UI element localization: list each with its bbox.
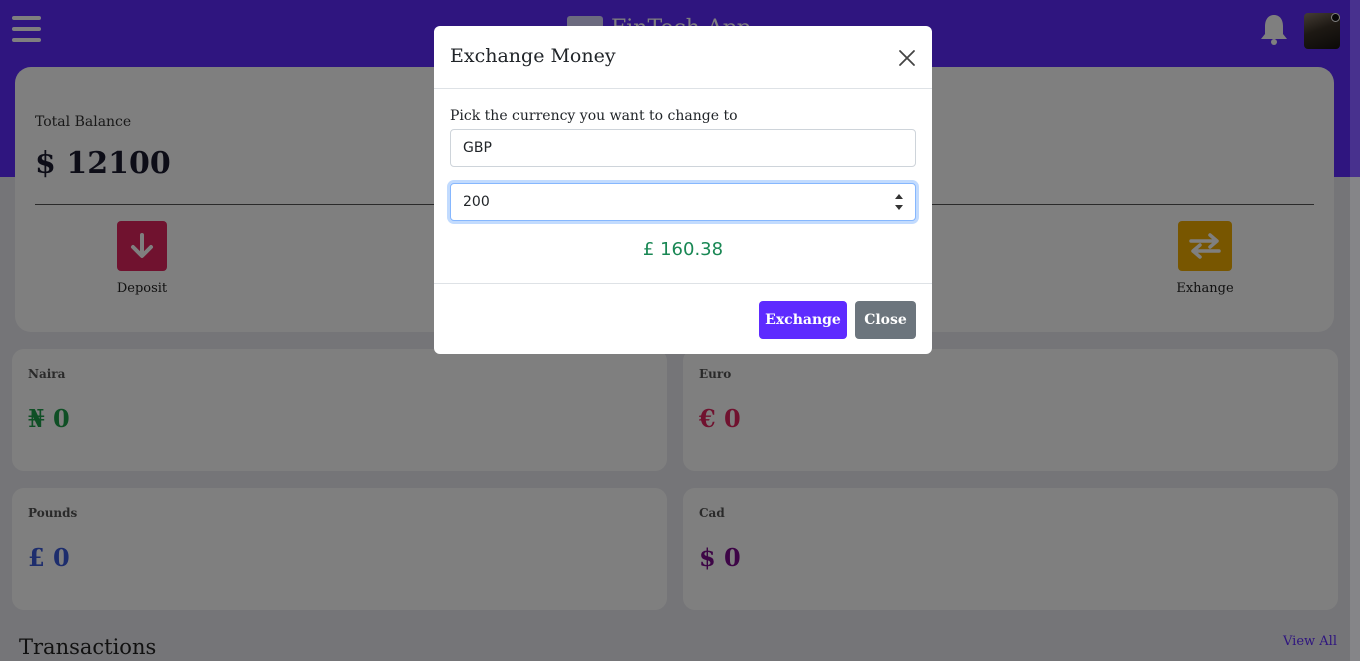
amount-input[interactable]: 200 (450, 183, 916, 221)
conversion-result: £ 160.38 (642, 239, 724, 260)
amount-input-value: 200 (463, 194, 490, 210)
currency-field-label: Pick the currency you want to change to (450, 108, 738, 124)
currency-select-value: GBP (463, 140, 492, 156)
exchange-modal: Exchange Money Pick the currency you wan… (434, 26, 932, 354)
exchange-button[interactable]: Exchange (759, 301, 847, 339)
currency-select[interactable]: GBP (450, 129, 916, 167)
scrollbar[interactable] (1350, 0, 1360, 661)
number-spinner-icon[interactable] (893, 191, 905, 213)
close-icon[interactable] (897, 48, 917, 68)
modal-header: Exchange Money (434, 26, 932, 89)
modal-title: Exchange Money (450, 45, 616, 67)
close-button[interactable]: Close (855, 301, 916, 339)
modal-footer: Exchange Close (434, 283, 932, 354)
modal-body: Pick the currency you want to change to … (434, 89, 932, 284)
